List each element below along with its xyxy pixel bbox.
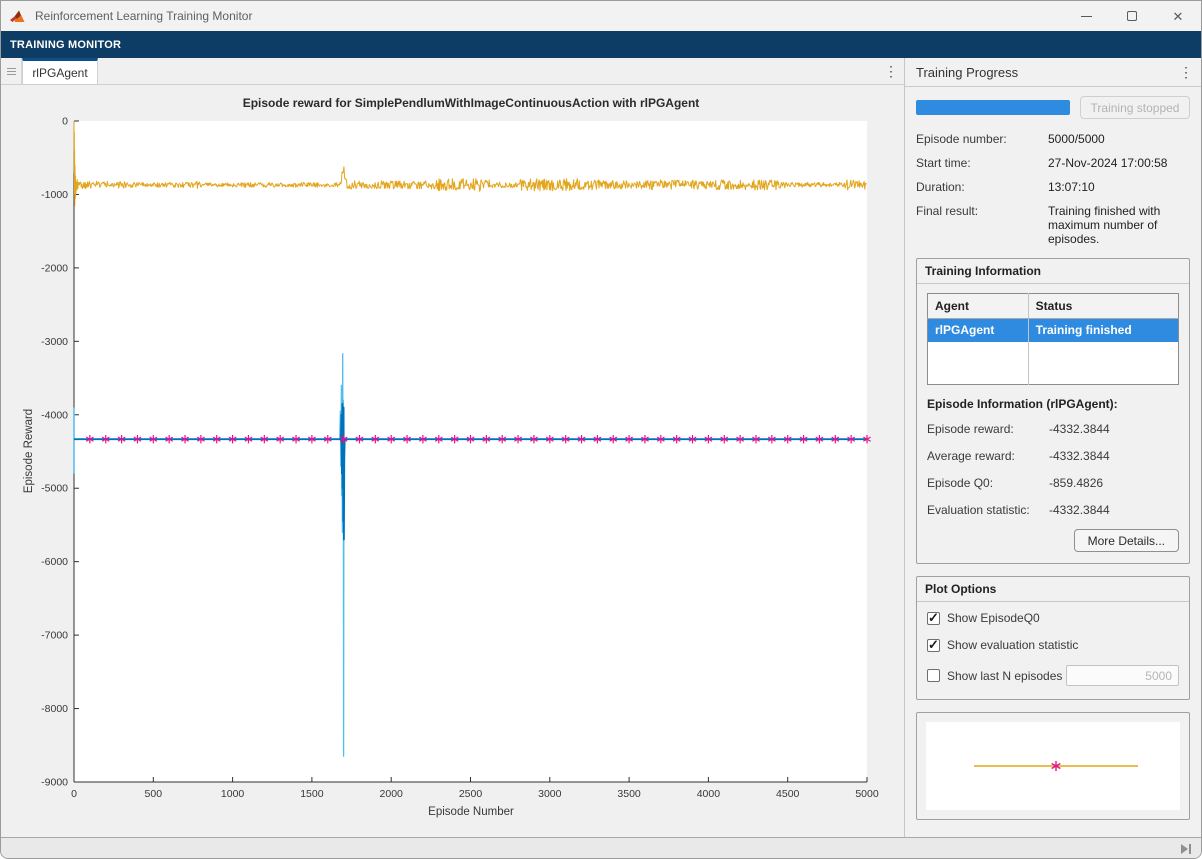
panel-title: Training Progress — [916, 65, 1018, 80]
svg-text:2000: 2000 — [380, 788, 404, 800]
field-label: Episode Q0: — [927, 476, 1049, 490]
svg-text:-2000: -2000 — [41, 262, 68, 274]
plot-options-section: Plot Options Show EpisodeQ0 Show evaluat… — [916, 576, 1190, 700]
svg-text:0: 0 — [71, 788, 77, 800]
checkbox-label: Show last N episodes — [947, 669, 1062, 683]
training-information-section: Training Information Agent Status rlPGAg… — [916, 258, 1190, 564]
status-bar — [1, 837, 1201, 859]
table-row[interactable]: rlPGAgent Training finished — [928, 319, 1179, 342]
svg-text:3000: 3000 — [538, 788, 562, 800]
tab-label: rlPGAgent — [32, 66, 87, 80]
tab-strip-menu-icon[interactable]: ⋮ — [878, 58, 904, 84]
show-episodeq0-option[interactable]: Show EpisodeQ0 — [927, 611, 1179, 625]
chart-title: Episode reward for SimplePendlumWithImag… — [243, 96, 700, 110]
panel-header: Training Progress ⋮ — [905, 58, 1201, 87]
episode-reward-chart: 0 500 1000 1500 2000 2500 3000 3500 4000 4500 5000… — [1, 85, 904, 837]
close-icon: ✕ — [1173, 10, 1184, 23]
show-evaluation-statistic-option[interactable]: Show evaluation statistic — [927, 638, 1179, 652]
section-title: Training Information — [917, 259, 1189, 284]
checkbox-icon[interactable] — [927, 639, 940, 652]
episode-info: Episode reward: -4332.3844 Average rewar… — [927, 422, 1179, 517]
svg-text:-3000: -3000 — [41, 336, 68, 348]
checkbox-label: Show EpisodeQ0 — [947, 611, 1040, 625]
field-label: Episode number: — [916, 132, 1044, 146]
window-title: Reinforcement Learning Training Monitor — [35, 9, 252, 23]
training-progress-bar — [916, 100, 1070, 115]
progress-info: Episode number: 5000/5000 Start time: 27… — [916, 132, 1190, 246]
tab-grip-handle[interactable] — [1, 58, 22, 84]
y-axis-label: Episode Reward — [23, 409, 35, 493]
svg-text:-9000: -9000 — [41, 777, 68, 789]
title-bar: Reinforcement Learning Training Monitor … — [1, 1, 1201, 31]
svg-text:-5000: -5000 — [41, 483, 68, 495]
svg-text:0: 0 — [62, 116, 68, 128]
svg-text:4500: 4500 — [776, 788, 800, 800]
last-n-episodes-input[interactable] — [1066, 665, 1179, 686]
svg-text:-1000: -1000 — [41, 189, 68, 201]
svg-text:-4000: -4000 — [41, 409, 68, 421]
column-header-status[interactable]: Status — [1028, 294, 1178, 319]
field-label: Duration: — [916, 180, 1044, 194]
app-window: Reinforcement Learning Training Monitor … — [0, 0, 1202, 859]
svg-text:3500: 3500 — [617, 788, 641, 800]
svg-text:4000: 4000 — [697, 788, 721, 800]
svg-text:2500: 2500 — [459, 788, 483, 800]
toolstrip-tab-training-monitor[interactable]: TRAINING MONITOR — [10, 39, 121, 51]
svg-text:1000: 1000 — [221, 788, 245, 800]
section-title: Plot Options — [917, 577, 1189, 602]
field-value: 5000/5000 — [1048, 132, 1190, 146]
training-stopped-button[interactable]: Training stopped — [1080, 96, 1190, 119]
field-label: Evaluation statistic: — [927, 503, 1049, 517]
field-value: -4332.3844 — [1049, 503, 1179, 517]
agent-status-table: Agent Status rlPGAgent Training finished — [927, 293, 1179, 385]
checkbox-label: Show evaluation statistic — [947, 638, 1078, 652]
agent-name-cell: rlPGAgent — [928, 319, 1029, 342]
field-value: -4332.3844 — [1049, 449, 1179, 463]
panel-menu-icon[interactable]: ⋮ — [1179, 64, 1193, 81]
show-last-n-episodes-option[interactable]: Show last N episodes — [927, 665, 1179, 686]
field-value: 27-Nov-2024 17:00:58 — [1048, 156, 1190, 170]
expand-right-icon[interactable] — [1179, 843, 1193, 855]
svg-text:-6000: -6000 — [41, 556, 68, 568]
agent-status-cell: Training finished — [1028, 319, 1178, 342]
document-tab-bar: rlPGAgent ⋮ — [1, 58, 904, 85]
close-button[interactable]: ✕ — [1155, 1, 1201, 31]
plot-preview-box — [916, 712, 1190, 820]
matlab-icon — [10, 9, 27, 24]
field-label: Episode reward: — [927, 422, 1049, 436]
minimize-button[interactable] — [1063, 1, 1109, 31]
field-label: Final result: — [916, 204, 1044, 246]
tab-rlpgagent[interactable]: rlPGAgent — [22, 58, 98, 84]
more-details-button[interactable]: More Details... — [1074, 529, 1179, 552]
training-progress-panel: Training Progress ⋮ Training stopped Epi… — [904, 58, 1201, 837]
field-value: -859.4826 — [1049, 476, 1179, 490]
maximize-button[interactable] — [1109, 1, 1155, 31]
field-label: Average reward: — [927, 449, 1049, 463]
episode-info-title: Episode Information (rlPGAgent): — [927, 397, 1179, 411]
minimize-icon — [1081, 16, 1092, 17]
svg-text:5000: 5000 — [855, 788, 879, 800]
maximize-icon — [1127, 11, 1137, 21]
svg-text:500: 500 — [145, 788, 163, 800]
field-value: 13:07:10 — [1048, 180, 1190, 194]
svg-text:-7000: -7000 — [41, 630, 68, 642]
field-value: -4332.3844 — [1049, 422, 1179, 436]
field-value: Training finished with maximum number of… — [1048, 204, 1190, 246]
svg-text:1500: 1500 — [300, 788, 324, 800]
svg-text:-8000: -8000 — [41, 703, 68, 715]
field-label: Start time: — [916, 156, 1044, 170]
checkbox-icon[interactable] — [927, 612, 940, 625]
x-axis-label: Episode Number — [428, 806, 514, 818]
column-header-agent[interactable]: Agent — [928, 294, 1029, 319]
chart-region: 0 500 1000 1500 2000 2500 3000 3500 4000 4500 5000… — [1, 85, 904, 837]
plot-preview-thumbnail — [926, 722, 1182, 810]
checkbox-icon[interactable] — [927, 669, 940, 682]
toolstrip: TRAINING MONITOR — [1, 31, 1201, 58]
progress-bar-fill — [916, 100, 1070, 115]
